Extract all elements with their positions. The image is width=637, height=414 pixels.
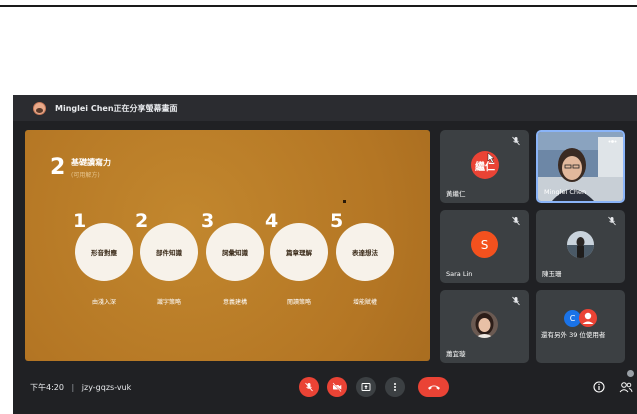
camera-off-icon xyxy=(332,382,342,392)
meeting-details-info-icon[interactable] xyxy=(593,381,605,393)
meeting-time-and-code: 下午4:20 | jzy-gqzs-vuk xyxy=(30,382,131,393)
participant-video-tile[interactable]: Minglei Chen xyxy=(536,130,625,203)
presenter-avatar xyxy=(33,101,46,115)
participant-name: 陳玉珊 xyxy=(542,270,562,278)
people-icon[interactable] xyxy=(619,381,633,393)
step-label: 意義建構 xyxy=(222,299,247,306)
step-number: 5 xyxy=(330,210,344,232)
step-circle: 形音對應 xyxy=(75,223,133,281)
step-number: 4 xyxy=(265,210,279,232)
phone-hangup-icon xyxy=(427,385,440,390)
slide-section-number: 2 xyxy=(50,155,66,180)
step-circle: 詞彙知識 xyxy=(206,223,264,281)
step-circle: 表達想法 xyxy=(336,223,394,281)
step-circle: 部件知識 xyxy=(140,223,198,281)
separator: | xyxy=(71,383,75,392)
participant-avatar xyxy=(567,231,594,258)
participant-name: 黃繼仁 xyxy=(446,190,466,198)
participant-name: 蕭宜璇 xyxy=(446,350,466,358)
participant-avatar xyxy=(579,309,597,327)
step-number: 3 xyxy=(201,210,215,232)
presenting-bar: Minglei Chen正在分享螢幕畫面 xyxy=(13,95,637,121)
step-label: 閱讀策略 xyxy=(286,299,311,306)
presenting-text: Minglei Chen正在分享螢幕畫面 xyxy=(55,103,178,113)
more-participants-tile[interactable]: C 還有另外 39 位使用者 xyxy=(536,290,625,363)
participant-tile[interactable]: 陳玉珊 xyxy=(536,210,625,283)
pointer-mark xyxy=(343,200,346,203)
meeting-code: jzy-gqzs-vuk xyxy=(81,383,132,392)
mouse-cursor-icon xyxy=(487,153,495,163)
step-circle: 篇章理解 xyxy=(270,223,328,281)
mic-off-icon xyxy=(512,136,520,146)
more-vert-icon xyxy=(394,383,396,391)
mic-off-icon xyxy=(512,296,520,306)
more-participants-label: 還有另外 39 位使用者 xyxy=(541,331,606,339)
microphone-toggle-button[interactable] xyxy=(299,377,319,397)
leave-call-button[interactable] xyxy=(418,377,449,397)
present-icon xyxy=(361,383,371,391)
step-number: 2 xyxy=(135,210,149,232)
page: Minglei Chen正在分享螢幕畫面 2 基礎讀寫力 (可用解方) 1 形音… xyxy=(0,0,637,414)
mic-off-icon xyxy=(305,382,313,392)
slide-title: 基礎讀寫力 xyxy=(71,158,111,167)
camera-toggle-button[interactable] xyxy=(327,377,347,397)
meet-window: Minglei Chen正在分享螢幕畫面 2 基礎讀寫力 (可用解方) 1 形音… xyxy=(13,95,637,414)
top-divider xyxy=(0,5,637,7)
current-time: 下午4:20 xyxy=(30,383,64,392)
more-options-button[interactable] xyxy=(385,377,405,397)
participant-avatar: S xyxy=(471,231,498,258)
slide-subtitle: (可用解方) xyxy=(71,172,100,179)
participant-name: Minglei Chen xyxy=(544,188,587,196)
participant-tile[interactable]: S Sara Lin xyxy=(440,210,529,283)
step-label: 增能賦權 xyxy=(352,299,377,306)
present-screen-button[interactable] xyxy=(356,377,376,397)
mic-off-icon xyxy=(512,216,520,226)
shared-screen-slide: 2 基礎讀寫力 (可用解方) 1 形音對應 由淺入深 2 部件知識 識字策略 3… xyxy=(25,130,430,361)
meeting-controls-bar: 下午4:20 | jzy-gqzs-vuk xyxy=(13,369,637,414)
step-number: 1 xyxy=(73,210,87,232)
participant-tile[interactable]: 繼仁 黃繼仁 xyxy=(440,130,529,203)
step-label: 由淺入深 xyxy=(91,299,116,306)
participants-count-badge xyxy=(627,370,634,377)
participant-avatar xyxy=(471,311,498,338)
step-label: 識字策略 xyxy=(156,299,181,306)
participant-name: Sara Lin xyxy=(446,270,473,278)
speaking-indicator-icon xyxy=(608,140,617,143)
mic-off-icon xyxy=(608,216,616,226)
participant-tile[interactable]: 蕭宜璇 xyxy=(440,290,529,363)
